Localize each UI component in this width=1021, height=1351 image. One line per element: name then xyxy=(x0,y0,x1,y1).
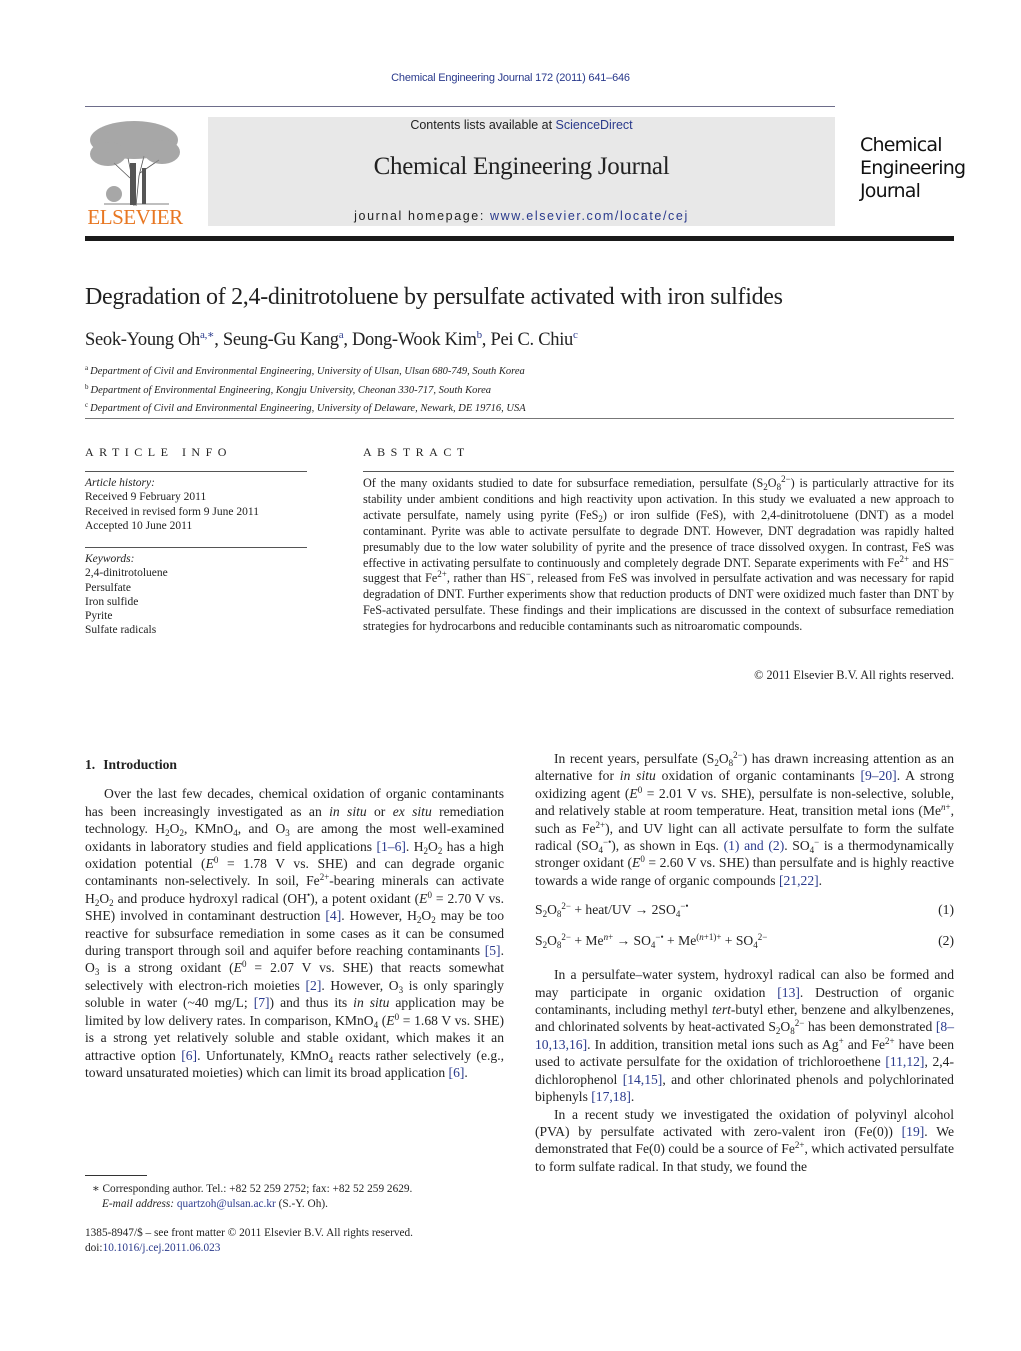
citation-link[interactable]: [4] xyxy=(325,908,341,923)
affiliation: c Department of Civil and Environmental E… xyxy=(85,401,526,414)
citation-link[interactable]: [7] xyxy=(254,995,270,1010)
email-link[interactable]: quartzoh@ulsan.ac.kr xyxy=(177,1198,276,1210)
author-mark[interactable]: a,∗ xyxy=(200,329,215,341)
body-column-right: In recent years, persulfate (S2O82−) has… xyxy=(535,750,954,1175)
author: Seung-Gu Kang xyxy=(222,330,339,350)
footnote-divider xyxy=(85,1175,147,1176)
author-mark[interactable]: b xyxy=(477,329,483,341)
equation-link[interactable]: (1) and (2) xyxy=(724,838,785,853)
journal-cover-title[interactable]: Chemical Engineering Journal xyxy=(860,134,966,203)
journal-homepage: journal homepage: www.elsevier.com/locat… xyxy=(354,209,689,223)
citation-link[interactable]: [21,22] xyxy=(779,873,819,888)
abstract-label: ABSTRACT xyxy=(363,445,470,459)
author-mark[interactable]: a xyxy=(339,329,344,341)
doi-link[interactable]: 10.1016/j.cej.2011.06.023 xyxy=(103,1242,221,1254)
keyword: Persulfate xyxy=(85,581,131,594)
title-divider xyxy=(85,418,954,419)
equation-number: (1) xyxy=(938,902,954,918)
contents-line: Contents lists available at ScienceDirec… xyxy=(410,118,633,132)
abstract-text: Of the many oxidants studied to date for… xyxy=(363,474,954,634)
keyword: Pyrite xyxy=(85,610,113,623)
equation-2: S2O82− + Men+ → SO4−• + Me(n+1)+ + SO42−… xyxy=(535,932,954,951)
keyword: Sulfate radicals xyxy=(85,624,157,637)
paragraph: In a recent study we investigated the ox… xyxy=(535,1106,954,1174)
divider xyxy=(85,547,307,548)
citation-link[interactable]: [9–20] xyxy=(860,768,896,783)
affiliations: a Department of Civil and Environmental E… xyxy=(85,361,526,417)
citation-link[interactable]: [11,12] xyxy=(885,1054,924,1069)
header-divider xyxy=(85,106,835,107)
article-title: Degradation of 2,4-dinitrotoluene by per… xyxy=(85,284,783,310)
citation-link[interactable]: [6] xyxy=(181,1048,197,1063)
article-info-label: ARTICLE INFO xyxy=(85,445,232,459)
citation-link[interactable]: [1–6] xyxy=(376,839,405,854)
keyword: 2,4-dinitrotoluene xyxy=(85,567,168,580)
corresponding-author-note: ∗ Corresponding author. Tel.: +82 52 259… xyxy=(92,1183,413,1210)
paragraph: In recent years, persulfate (S2O82−) has… xyxy=(535,750,954,888)
divider xyxy=(85,471,307,472)
history-item: Received in revised form 9 June 2011 xyxy=(85,505,259,518)
affiliation: b Department of Environmental Engineering… xyxy=(85,382,492,396)
keyword: Iron sulfide xyxy=(85,595,139,608)
history-item: Accepted 10 June 2011 xyxy=(85,519,193,532)
keywords: Keywords: 2,4-dinitrotoluene Persulfate … xyxy=(85,553,168,637)
equation-1: S2O82− + heat/UV → 2SO4−• (1) xyxy=(535,901,954,920)
affiliation: a Department of Civil and Environmental E… xyxy=(85,364,525,377)
citation-link[interactable]: [5] xyxy=(485,943,501,958)
citation-link[interactable]: [6] xyxy=(449,1065,465,1080)
author: Dong-Wook Kim xyxy=(351,330,477,350)
journal-citation[interactable]: Chemical Engineering Journal 172 (2011) … xyxy=(0,72,1021,84)
abstract-copyright: © 2011 Elsevier B.V. All rights reserved… xyxy=(754,668,954,682)
author-mark[interactable]: c xyxy=(573,329,578,341)
homepage-link[interactable]: www.elsevier.com/locate/cej xyxy=(490,209,689,223)
body-column-left: 1. Introduction Over the last few decades… xyxy=(85,756,504,1081)
elsevier-logo[interactable]: ELSEVIER xyxy=(84,118,186,230)
author: Pei C. Chiu xyxy=(490,330,573,350)
history-item: Received 9 February 2011 xyxy=(85,491,207,504)
sciencedirect-link[interactable]: ScienceDirect xyxy=(556,118,633,132)
paragraph: Over the last few decades, chemical oxid… xyxy=(85,786,505,1080)
citation-link[interactable]: [17,18] xyxy=(591,1089,631,1104)
elsevier-tree-icon xyxy=(90,121,180,207)
journal-name: Chemical Engineering Journal xyxy=(373,153,670,180)
citation-link[interactable]: [14,15] xyxy=(623,1072,663,1087)
front-matter: 1385-8947/$ – see front matter © 2011 El… xyxy=(85,1227,413,1254)
citation-link[interactable]: [2] xyxy=(306,978,322,993)
elsevier-wordmark: ELSEVIER xyxy=(87,205,183,229)
paragraph: In a persulfate–water system, hydroxyl r… xyxy=(535,967,955,1105)
author: Seok-Young Oh xyxy=(85,330,201,350)
citation-link[interactable]: [19] xyxy=(902,1124,925,1139)
citation-link[interactable]: [13] xyxy=(777,985,800,1000)
equation-number: (2) xyxy=(938,933,954,949)
author-list: Seok-Young Oha,∗, Seung-Gu Kanga, Dong-W… xyxy=(85,329,578,350)
divider xyxy=(363,471,954,472)
article-history: Article history: Received 9 February 201… xyxy=(85,477,259,532)
header-thick-rule xyxy=(85,236,954,241)
section-heading: 1. Introduction xyxy=(85,757,177,772)
journal-banner: Contents lists available at ScienceDirec… xyxy=(208,117,835,226)
